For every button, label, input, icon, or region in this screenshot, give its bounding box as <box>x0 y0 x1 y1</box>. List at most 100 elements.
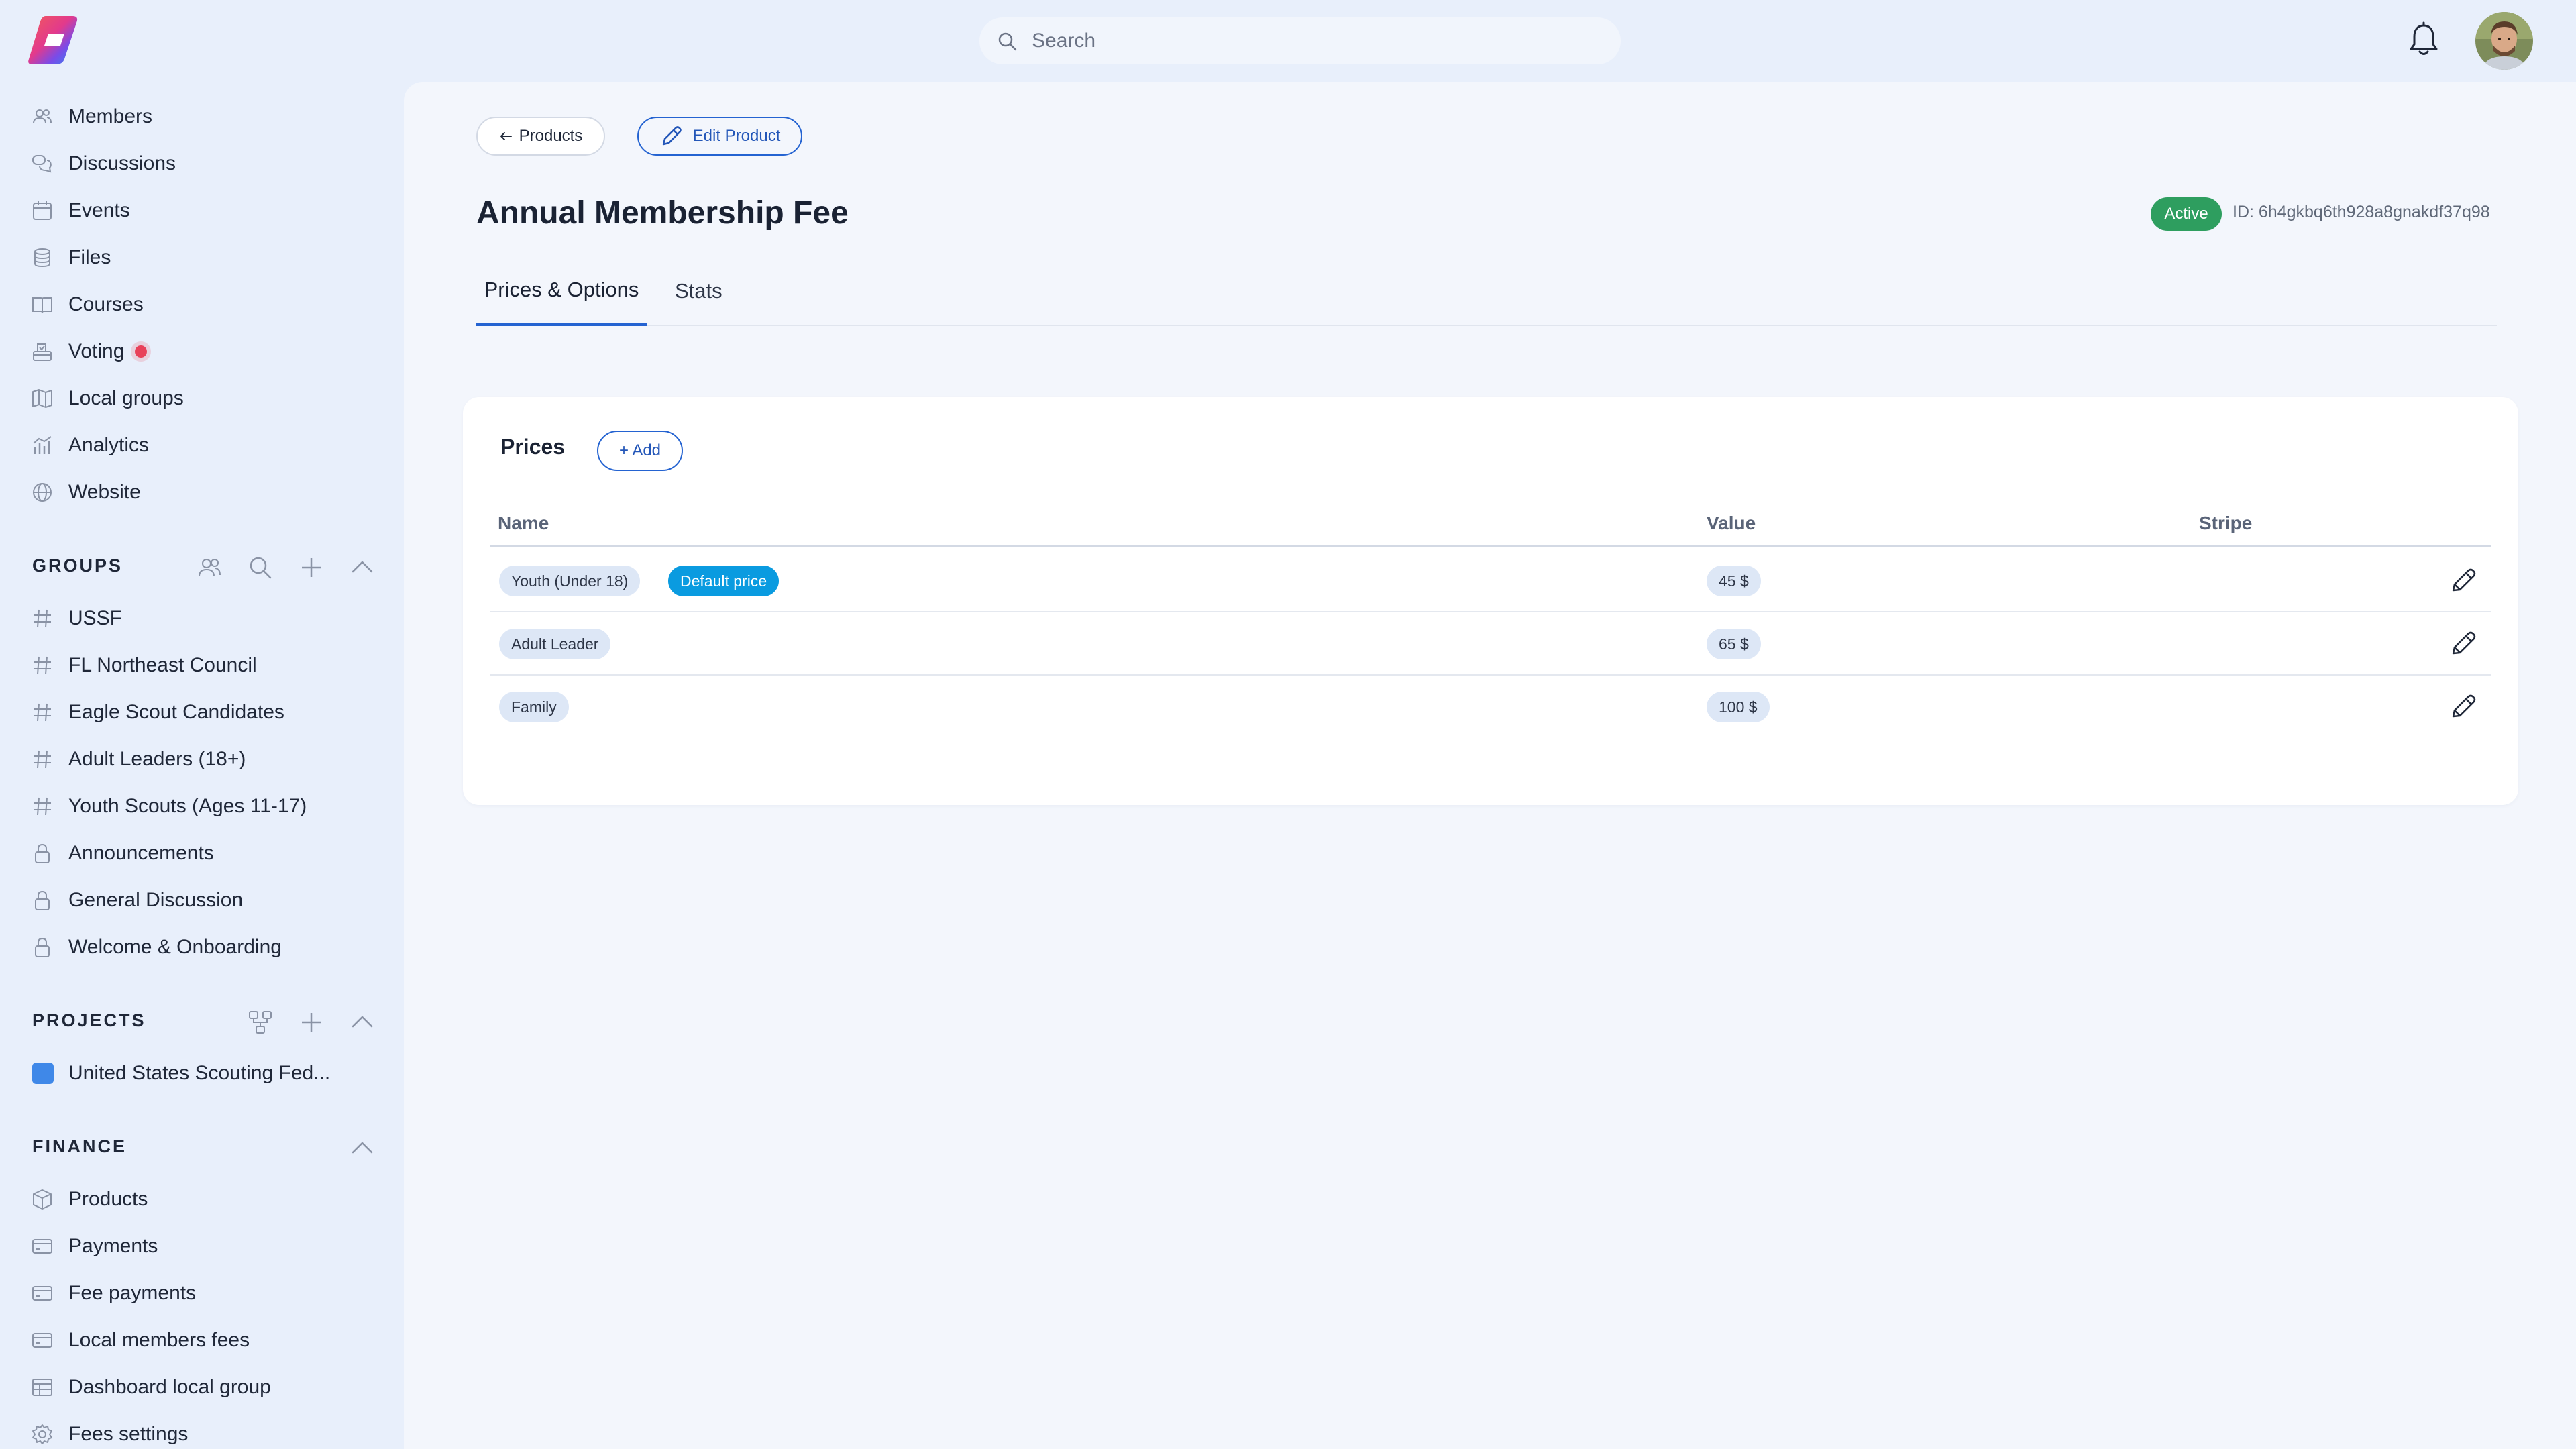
sidebar-item-project[interactable]: United States Scouting Fed... <box>24 1053 380 1093</box>
projects-section-header: PROJECTS <box>32 1004 381 1037</box>
members-icon <box>33 109 52 124</box>
sidebar-item-label: Members <box>68 105 153 127</box>
table-icon <box>32 1379 52 1396</box>
sidebar-item-label: Analytics <box>68 434 150 456</box>
edit-button-label: Edit Product <box>692 127 781 145</box>
sidebar-item-analytics[interactable]: Analytics <box>24 425 380 466</box>
price-value-chip: 100 $ <box>1707 692 1770 722</box>
sidebar-item-members[interactable]: Members <box>24 97 380 137</box>
hash-icon <box>34 750 51 769</box>
search-bar[interactable] <box>979 17 1621 64</box>
sidebar-item-discussions[interactable]: Discussions <box>24 144 380 184</box>
groups-title: GROUPS <box>32 555 123 576</box>
app-logo[interactable] <box>25 13 82 67</box>
tab-stats[interactable]: Stats <box>675 256 722 326</box>
pencil-icon[interactable] <box>2449 692 2478 721</box>
edit-product-button[interactable]: Edit Product <box>637 117 802 156</box>
app-window: Members Discussions Events <box>0 0 2576 1449</box>
add-group-icon[interactable] <box>298 554 325 581</box>
chevron-up-icon[interactable] <box>349 554 376 581</box>
map-icon <box>32 389 52 408</box>
tab-prices-options[interactable]: Prices & Options <box>476 256 647 326</box>
sidebar-item-eagle-scout-candidates[interactable]: Eagle Scout Candidates <box>24 692 380 733</box>
sidebar-item-welcome-onboarding[interactable]: Welcome & Onboarding <box>24 927 380 967</box>
search-groups-icon[interactable] <box>247 554 274 581</box>
sidebar-item-label: Fees settings <box>68 1423 189 1445</box>
sidebar-item-announcements[interactable]: Announcements <box>24 833 380 873</box>
sidebar-item-label: Local members fees <box>68 1329 250 1351</box>
lock-icon <box>35 843 50 863</box>
projects-title: PROJECTS <box>32 1010 146 1030</box>
chevron-up-icon[interactable] <box>349 1009 376 1036</box>
pencil-icon[interactable] <box>2449 629 2478 658</box>
table-row[interactable]: Family 100 $ <box>490 676 2491 739</box>
sidebar-item-events[interactable]: Events <box>24 191 380 231</box>
default-price-badge: Default price <box>668 566 780 596</box>
lock-icon <box>35 890 50 910</box>
sidebar-item-files[interactable]: Files <box>24 237 380 278</box>
sidebar-item-general-discussion[interactable]: General Discussion <box>24 880 380 920</box>
bell-icon[interactable] <box>2407 21 2440 58</box>
column-header-name: Name <box>498 513 549 533</box>
sidebar-item-courses[interactable]: Courses <box>24 284 380 325</box>
sidebar-item-youth-scouts[interactable]: Youth Scouts (Ages 11-17) <box>24 786 380 826</box>
price-name-chip: Family <box>499 692 569 722</box>
pencil-icon[interactable] <box>2449 566 2478 595</box>
sidebar-item-fl-northeast-council[interactable]: FL Northeast Council <box>24 645 380 686</box>
arrow-left-icon <box>500 132 512 140</box>
table-row[interactable]: Adult Leader 65 $ <box>490 612 2491 676</box>
chevron-up-icon[interactable] <box>349 1135 376 1162</box>
sidebar-item-dashboard-local-group[interactable]: Dashboard local group <box>24 1367 380 1407</box>
sidebar-item-label: Eagle Scout Candidates <box>68 701 284 723</box>
sidebar-item-payments[interactable]: Payments <box>24 1226 380 1267</box>
sidebar-item-label: Products <box>68 1188 148 1210</box>
sidebar-item-fees-settings[interactable]: Fees settings <box>24 1414 380 1449</box>
add-price-button[interactable]: + Add <box>597 431 683 471</box>
ballot-icon <box>33 343 52 361</box>
hash-icon <box>34 703 51 722</box>
sidebar-item-voting[interactable]: Voting <box>24 331 380 372</box>
sidebar-item-fee-payments[interactable]: Fee payments <box>24 1273 380 1313</box>
sidebar-item-label: United States Scouting Fed... <box>68 1062 331 1084</box>
price-value-chip: 65 $ <box>1707 629 1761 659</box>
price-name-chip: Youth (Under 18) <box>499 566 641 596</box>
database-icon <box>34 248 50 268</box>
product-id: ID: 6h4gkbq6th928a8gnakdf37q98 <box>2233 203 2490 221</box>
sidebar-item-products[interactable]: Products <box>24 1179 380 1220</box>
card-icon <box>32 1239 52 1254</box>
group-members-icon[interactable] <box>196 554 223 581</box>
avatar-image <box>2475 12 2533 70</box>
card-icon <box>32 1333 52 1348</box>
tab-bar: Prices & Options Stats <box>476 256 2497 326</box>
project-color-swatch <box>32 1063 54 1084</box>
groups-section-header: GROUPS <box>32 549 381 582</box>
sidebar-item-label: Youth Scouts (Ages 11-17) <box>68 795 307 817</box>
hash-icon <box>34 609 51 628</box>
column-header-value: Value <box>1707 513 1756 533</box>
page-title: Annual Membership Fee <box>476 195 849 231</box>
sidebar-item-ussf[interactable]: USSF <box>24 598 380 639</box>
lock-icon <box>35 937 50 957</box>
box-icon <box>33 1189 52 1210</box>
prices-card: Prices + Add Name Value Stripe Youth (Un… <box>463 397 2518 805</box>
prices-table-header: Name Value Stripe <box>490 504 2491 547</box>
back-to-products-button[interactable]: Products <box>476 117 605 156</box>
table-row[interactable]: Youth (Under 18) Default price 45 $ <box>490 549 2491 612</box>
sidebar-item-website[interactable]: Website <box>24 472 380 513</box>
sidebar-item-adult-leaders[interactable]: Adult Leaders (18+) <box>24 739 380 780</box>
sidebar-item-label: Voting <box>68 340 125 362</box>
sidebar-item-local-groups[interactable]: Local groups <box>24 378 380 419</box>
finance-section-header: FINANCE <box>32 1130 381 1163</box>
search-input[interactable] <box>1032 25 1595 56</box>
hash-icon <box>34 797 51 816</box>
prices-title: Prices <box>500 435 566 459</box>
card-icon <box>32 1286 52 1301</box>
logo-icon <box>28 16 78 64</box>
sidebar-item-label: Adult Leaders (18+) <box>68 748 246 770</box>
add-project-icon[interactable] <box>298 1009 325 1036</box>
top-bar <box>0 0 2576 80</box>
user-avatar[interactable] <box>2475 12 2533 70</box>
hierarchy-icon[interactable] <box>247 1009 274 1036</box>
sidebar-item-local-members-fees[interactable]: Local members fees <box>24 1320 380 1360</box>
search-icon <box>998 32 1017 51</box>
